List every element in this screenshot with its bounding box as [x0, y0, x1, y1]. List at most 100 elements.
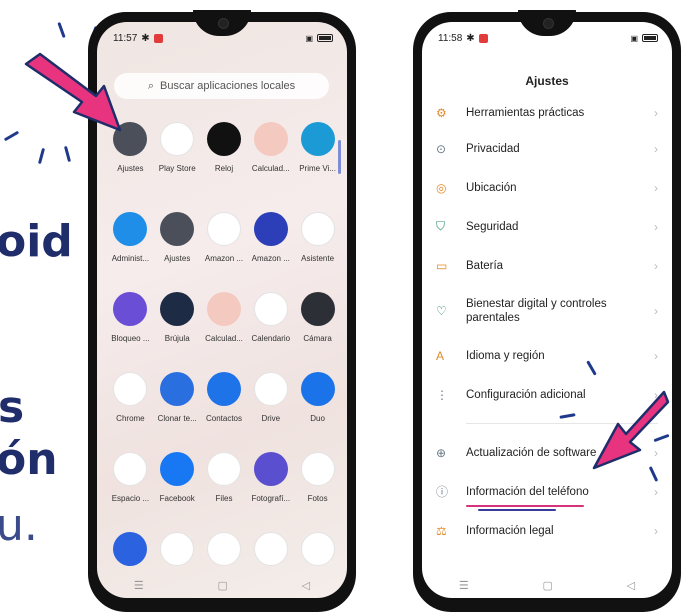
settings-item[interactable]: ⓘ Información del teléfono › [436, 472, 658, 511]
photography-icon [253, 452, 288, 486]
settings-item[interactable]: ⚖ Información legal › [436, 511, 658, 550]
contacts-icon [206, 372, 241, 406]
menu-nav-button[interactable]: ☰ [459, 579, 469, 592]
back-nav-button[interactable]: ◁ [302, 579, 310, 592]
amazon-music-icon [253, 212, 288, 246]
app-tile[interactable]: Prime Vi... [294, 122, 341, 202]
app-label: Contactos [205, 414, 242, 423]
settings-item[interactable]: ⛉ Seguridad › [436, 207, 658, 246]
app-tile[interactable]: Drive [247, 372, 294, 452]
settings-item-label: Información legal [466, 524, 554, 537]
home-nav-button[interactable]: ▢ [543, 579, 553, 592]
highlight-underline [466, 505, 584, 507]
privacy-icon: ⊙ [436, 141, 447, 156]
app-tile[interactable]: Contactos [201, 372, 248, 452]
page-title: Ajustes [525, 74, 569, 88]
additional-settings-icon: ⋮ [436, 387, 448, 402]
app-label: Ajustes [164, 254, 191, 263]
google-photos-icon [300, 452, 335, 486]
chevron-right-icon: › [654, 180, 658, 195]
app-tile[interactable]: Brújula [154, 292, 201, 372]
settings-item[interactable]: A Idioma y región › [436, 336, 658, 375]
app-tile[interactable]: Calculad... [247, 122, 294, 202]
settings-item[interactable]: ⊙ Privacidad › [436, 129, 658, 168]
nav-bar: ☰ ▢ ◁ [97, 579, 347, 592]
app-tile[interactable]: Fotografí... [247, 452, 294, 532]
app-tile[interactable]: Facebook [154, 452, 201, 532]
app-search-bar[interactable]: ⌕ Buscar aplicaciones locales [114, 73, 329, 99]
app-tile[interactable]: Cámara [294, 292, 341, 372]
app-tile[interactable]: Files [201, 452, 248, 532]
chevron-right-icon: › [654, 523, 658, 538]
status-time: 11:57 [113, 32, 138, 44]
settings-item-label: Batería [466, 259, 504, 272]
google-pay-icon [300, 532, 335, 566]
pointer-arrow-icon [24, 52, 122, 132]
app-tile[interactable]: Chrome [107, 372, 154, 452]
app-label: Brújula [164, 334, 190, 343]
settings-list: ⚙ Herramientas prácticas › ⊙ Privacidad › ◎ Ubi… [436, 104, 658, 550]
app-row: Administ... Ajustes Amazon ... Amazon ... As… [107, 212, 341, 292]
app-tile[interactable]: Bloqueo ... [107, 292, 154, 372]
app-label: Fotografí... [251, 494, 291, 503]
search-placeholder: Buscar aplicaciones locales [160, 80, 296, 92]
amazon-shopping-icon [206, 212, 241, 246]
app-row: Bloqueo ... Brújula Calculad... Calendario C… [107, 292, 341, 372]
app-tile[interactable]: Ajustes [154, 212, 201, 292]
chevron-right-icon: › [654, 105, 658, 120]
app-label: Calendario [251, 334, 291, 343]
language-icon: A [436, 348, 445, 363]
app-label: Fotos [307, 494, 328, 503]
calculator-icon [253, 122, 288, 156]
app-label: Amazon ... [204, 254, 244, 263]
app-label: Calculad... [205, 334, 243, 343]
bg-headline-line1: oid [0, 216, 73, 267]
app-label: Chrome [116, 414, 145, 423]
sparkle-dash [37, 147, 46, 165]
clone-phone-icon [160, 372, 195, 406]
calendar-icon [253, 292, 288, 326]
home-nav-button[interactable]: ▢ [218, 579, 228, 592]
app-tile[interactable]: Duo [294, 372, 341, 452]
notification-icon [153, 33, 163, 43]
app-drawer-screen: 11:57 ✱ ▣ ⌕ Buscar aplicaciones locales … [97, 22, 347, 598]
app-label: Ajustes [117, 164, 144, 173]
security-shield-icon [113, 532, 148, 566]
battery-icon [642, 34, 658, 42]
app-tile[interactable]: Amazon ... [247, 212, 294, 292]
info-icon: ⓘ [436, 485, 449, 499]
bg-headline-line4: u. [0, 500, 38, 551]
game-space-icon [113, 452, 148, 486]
app-tile[interactable]: Clonar te... [154, 372, 201, 452]
nav-bar: ☰ ▢ ◁ [422, 579, 672, 592]
bg-headline-line2: s [0, 382, 25, 433]
app-tile[interactable]: Amazon ... [201, 212, 248, 292]
app-tile[interactable]: Calculad... [201, 292, 248, 372]
app-tile[interactable]: Espacio ... [107, 452, 154, 532]
camera-icon [300, 292, 335, 326]
settings-item[interactable]: ⚙ Herramientas prácticas › [436, 96, 658, 129]
app-tile[interactable]: Asistente [294, 212, 341, 292]
chrome-icon [113, 372, 148, 406]
back-nav-button[interactable]: ◁ [627, 579, 635, 592]
bg-headline-line3: ón [0, 434, 58, 485]
gear-status-icon: ✱ [466, 32, 475, 44]
menu-nav-button[interactable]: ☰ [134, 579, 144, 592]
chevron-right-icon: › [654, 303, 658, 318]
settings-item[interactable]: ♡ Bienestar digital y controles parentale… [436, 285, 658, 336]
settings-item[interactable]: ▭ Batería › [436, 246, 658, 285]
app-tile[interactable]: Reloj [201, 122, 248, 202]
status-time: 11:58 [438, 32, 463, 44]
chevron-right-icon: › [654, 141, 658, 156]
settings-screen: 11:58 ✱ ▣ Ajustes ⚙ Herramientas práctica… [422, 22, 672, 598]
duo-icon [300, 372, 335, 406]
settings-item[interactable]: ◎ Ubicación › [436, 168, 658, 207]
settings-item-label: Privacidad [466, 142, 520, 155]
app-tile[interactable]: Administ... [107, 212, 154, 292]
app-tile[interactable]: Fotos [294, 452, 341, 532]
tools-icon: ⚙ [436, 105, 447, 120]
app-tile[interactable]: Calendario [247, 292, 294, 372]
app-label: Play Store [158, 164, 196, 173]
app-tile[interactable]: Play Store [154, 122, 201, 202]
search-icon: ⌕ [147, 79, 155, 92]
